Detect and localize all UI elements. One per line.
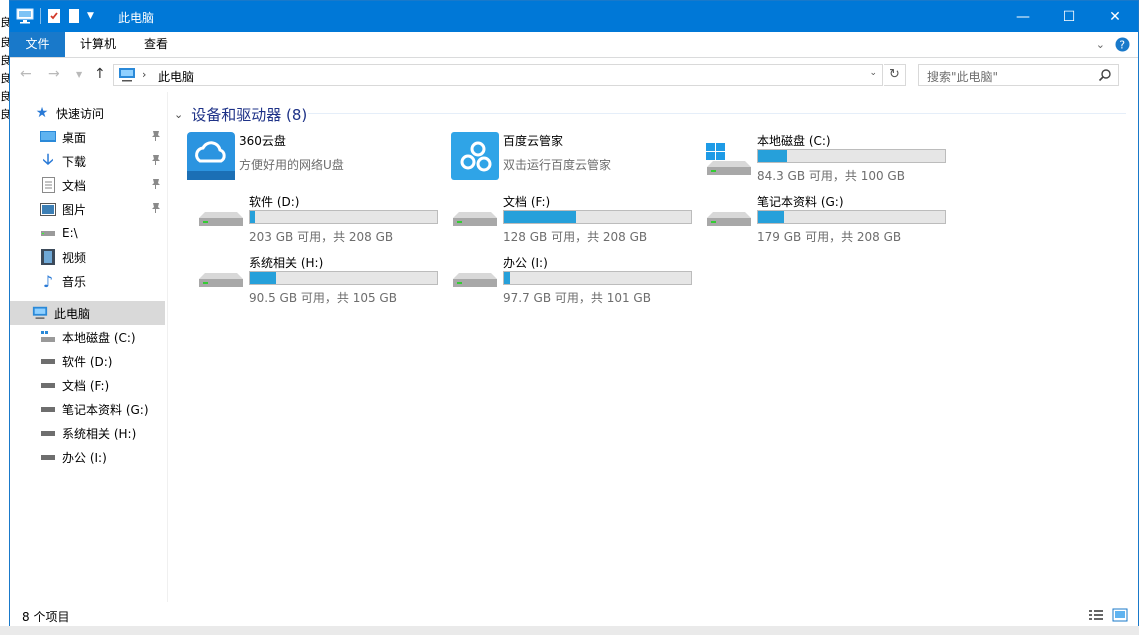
title-bar[interactable]: ▼ 此电脑 — ☐ ✕ bbox=[10, 1, 1138, 32]
search-input[interactable]: 搜索"此电脑" bbox=[918, 64, 1119, 86]
tile-baidu-cloud[interactable]: 百度云管家 双击运行百度云管家 bbox=[450, 131, 700, 187]
nav-item-documents[interactable]: 文档 bbox=[10, 173, 165, 197]
drive-icon bbox=[40, 377, 56, 393]
minimize-button[interactable]: — bbox=[1000, 1, 1046, 32]
explorer-window: ▼ 此电脑 — ☐ ✕ 文件 计算机 查看 ⌄ ? ← → ▼ ↑ › 此电脑 … bbox=[9, 0, 1139, 626]
video-icon bbox=[40, 249, 56, 265]
taskbar-strip bbox=[0, 626, 1139, 635]
capacity-bar bbox=[503, 210, 692, 224]
pin-icon[interactable] bbox=[151, 154, 161, 169]
tab-view[interactable]: 查看 bbox=[134, 32, 178, 57]
windows-drive-icon bbox=[706, 143, 751, 175]
tile-drive-h[interactable]: 系统相关 (H:) 90.5 GB 可用，共 105 GB bbox=[196, 253, 446, 309]
breadcrumb[interactable]: 此电脑 bbox=[158, 68, 194, 85]
nav-quick-access[interactable]: ★ 快速访问 bbox=[10, 101, 165, 125]
svg-text:?: ? bbox=[1119, 39, 1125, 52]
address-bar[interactable]: › 此电脑 ⌄ bbox=[113, 64, 883, 86]
refresh-button[interactable]: ↻ bbox=[884, 64, 906, 86]
nav-this-pc[interactable]: 此电脑 bbox=[10, 301, 165, 325]
tile-drive-d[interactable]: 软件 (D:) 203 GB 可用，共 208 GB bbox=[196, 192, 446, 248]
download-icon: 🡣 bbox=[42, 149, 54, 168]
desktop-icon bbox=[40, 129, 56, 145]
search-placeholder: 搜索"此电脑" bbox=[927, 70, 999, 84]
picture-icon bbox=[40, 201, 56, 217]
drive-icon bbox=[707, 212, 751, 226]
computer-icon bbox=[32, 305, 48, 321]
windows-drive-icon bbox=[40, 329, 56, 345]
quick-access-toolbar: ▼ bbox=[16, 8, 94, 24]
pin-icon[interactable] bbox=[151, 130, 161, 145]
computer-icon bbox=[16, 8, 34, 24]
nav-drive-f[interactable]: 文档 (F:) bbox=[10, 373, 165, 397]
tile-drive-g[interactable]: 笔记本资料 (G:) 179 GB 可用，共 208 GB bbox=[704, 192, 954, 248]
group-header[interactable]: ⌄ 设备和驱动器 (8) bbox=[174, 104, 307, 125]
forward-arrow-icon[interactable]: → bbox=[48, 66, 60, 82]
properties-icon[interactable] bbox=[47, 8, 61, 24]
drive-icon bbox=[40, 353, 56, 369]
nav-item-pictures[interactable]: 图片 bbox=[10, 197, 165, 221]
star-icon: ★ bbox=[35, 105, 49, 121]
pin-icon[interactable] bbox=[151, 202, 161, 217]
nav-item-e-drive[interactable]: E:\ bbox=[10, 221, 165, 245]
nav-drive-d[interactable]: 软件 (D:) bbox=[10, 349, 165, 373]
capacity-bar bbox=[757, 149, 946, 163]
nav-drive-g[interactable]: 笔记本资料 (G:) bbox=[10, 397, 165, 421]
large-icons-view-icon[interactable] bbox=[1112, 608, 1128, 622]
new-folder-icon[interactable] bbox=[67, 8, 81, 24]
nav-item-videos[interactable]: 视频 bbox=[10, 245, 165, 269]
breadcrumb-separator-icon: › bbox=[142, 68, 147, 81]
desktop-edge: 良 良 良 良 良 良 bbox=[0, 0, 11, 635]
drive-icon bbox=[199, 273, 243, 287]
help-icon[interactable]: ? bbox=[1115, 37, 1130, 52]
capacity-bar bbox=[503, 271, 692, 285]
tile-drive-i[interactable]: 办公 (I:) 97.7 GB 可用，共 101 GB bbox=[450, 253, 700, 309]
document-icon bbox=[40, 177, 56, 193]
address-toolbar: ← → ▼ ↑ › 此电脑 ⌄ ↻ 搜索"此电脑" bbox=[10, 58, 1138, 92]
nav-item-desktop[interactable]: 桌面 bbox=[10, 125, 165, 149]
close-button[interactable]: ✕ bbox=[1092, 1, 1138, 32]
drive-icon bbox=[199, 212, 243, 226]
drive-icon bbox=[40, 449, 56, 465]
group-divider bbox=[308, 113, 1126, 114]
item-count: 8 个项目 bbox=[22, 610, 70, 624]
details-view-icon[interactable] bbox=[1088, 608, 1104, 622]
capacity-bar bbox=[249, 271, 438, 285]
nav-drive-c[interactable]: 本地磁盘 (C:) bbox=[10, 325, 165, 349]
navigation-pane: ★ 快速访问 桌面 🡣 下载 文档 图片 E:\ 视频 ♪ 音乐 此电脑 本地磁… bbox=[10, 92, 167, 602]
capacity-bar bbox=[249, 210, 438, 224]
expand-ribbon-icon[interactable]: ⌄ bbox=[1096, 38, 1105, 51]
nav-drive-i[interactable]: 办公 (I:) bbox=[10, 445, 165, 469]
chevron-down-icon[interactable]: ▼ bbox=[87, 11, 94, 21]
capacity-bar bbox=[757, 210, 946, 224]
nav-drive-h[interactable]: 系统相关 (H:) bbox=[10, 421, 165, 445]
tile-drive-f[interactable]: 文档 (F:) 128 GB 可用，共 208 GB bbox=[450, 192, 700, 248]
baidu-cloud-icon bbox=[451, 132, 499, 180]
drive-icon bbox=[453, 273, 497, 287]
drive-icon bbox=[453, 212, 497, 226]
tab-file[interactable]: 文件 bbox=[10, 32, 65, 57]
window-title: 此电脑 bbox=[118, 11, 155, 25]
up-arrow-icon[interactable]: ↑ bbox=[94, 66, 106, 82]
drive-icon bbox=[40, 425, 56, 441]
maximize-button[interactable]: ☐ bbox=[1046, 1, 1092, 32]
tab-computer[interactable]: 计算机 bbox=[70, 32, 126, 57]
tile-360-cloud[interactable]: 360云盘 方便好用的网络U盘 bbox=[186, 131, 436, 187]
computer-icon bbox=[119, 68, 135, 82]
ribbon-tabs: 文件 计算机 查看 ⌄ ? bbox=[10, 32, 1138, 58]
search-icon bbox=[1098, 69, 1111, 82]
chevron-down-icon[interactable]: ⌄ bbox=[869, 68, 877, 78]
pin-icon[interactable] bbox=[151, 178, 161, 193]
drive-icon bbox=[40, 225, 56, 241]
recent-dropdown-icon[interactable]: ▼ bbox=[76, 70, 82, 79]
status-bar: 8 个项目 bbox=[10, 602, 1138, 626]
tile-drive-c[interactable]: 本地磁盘 (C:) 84.3 GB 可用，共 100 GB bbox=[704, 131, 954, 187]
nav-item-music[interactable]: ♪ 音乐 bbox=[10, 269, 165, 293]
music-icon: ♪ bbox=[42, 271, 54, 291]
chevron-down-icon[interactable]: ⌄ bbox=[174, 108, 183, 121]
cloud-icon bbox=[187, 132, 235, 180]
content-area: ⌄ 设备和驱动器 (8) 360云盘 方便好用的网络U盘 百度云管家 双击运行百… bbox=[168, 92, 1136, 602]
nav-item-downloads[interactable]: 🡣 下载 bbox=[10, 149, 165, 173]
back-arrow-icon[interactable]: ← bbox=[20, 66, 32, 82]
drive-icon bbox=[40, 401, 56, 417]
